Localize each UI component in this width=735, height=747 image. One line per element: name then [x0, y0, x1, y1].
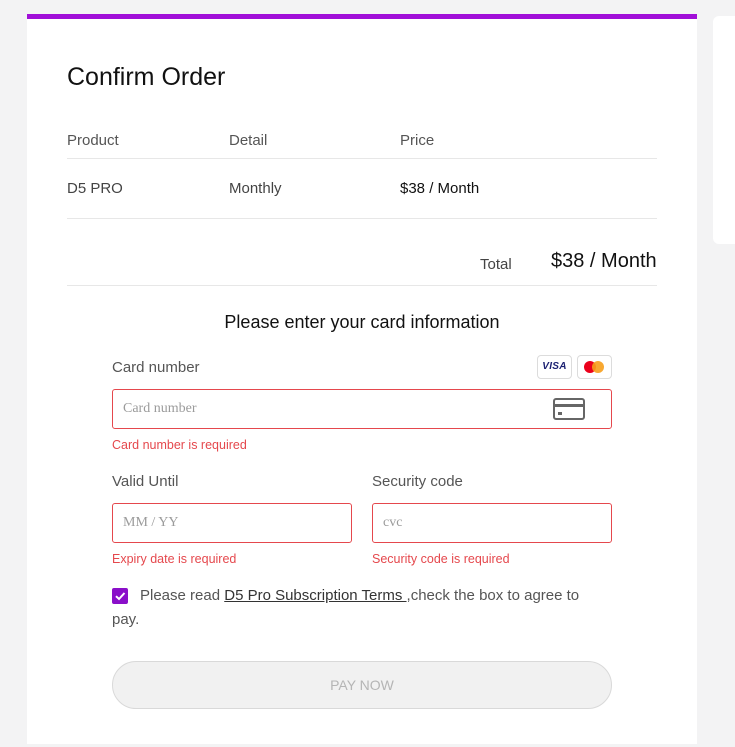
column-header-price: Price — [400, 132, 435, 149]
agree-terms-text: Please read D5 Pro Subscription Terms ,c… — [112, 587, 580, 628]
order-detail: Monthly — [229, 180, 282, 197]
security-code-input[interactable]: cvc — [372, 503, 612, 543]
card-info-heading: Please enter your card information — [224, 312, 500, 332]
security-code-error: Security code is required — [372, 552, 510, 566]
card-number-label: Card number — [112, 359, 200, 376]
subscription-terms-link[interactable]: D5 Pro Subscription Terms — [224, 587, 406, 604]
visa-icon: VISA — [537, 355, 572, 379]
valid-until-label: Valid Until — [112, 473, 179, 490]
total-label: Total — [480, 256, 512, 273]
expiry-error: Expiry date is required — [112, 552, 237, 566]
confirm-order-card: Confirm Order Product Detail Price D5 PR… — [27, 14, 697, 744]
side-summary-card — [713, 16, 735, 244]
column-header-detail: Detail — [229, 132, 268, 149]
order-price: $38 / Month — [400, 180, 480, 197]
card-number-input[interactable]: Card number — [112, 389, 612, 429]
column-header-product: Product — [67, 132, 119, 149]
security-code-label: Security code — [372, 473, 463, 490]
pay-now-button[interactable]: PAY NOW — [112, 661, 612, 709]
divider — [67, 158, 657, 159]
order-product: D5 PRO — [67, 180, 123, 197]
divider — [67, 218, 657, 219]
mastercard-icon — [577, 355, 612, 379]
page-title: Confirm Order — [67, 63, 226, 91]
card-number-error: Card number is required — [112, 438, 247, 452]
expiry-input[interactable]: MM / YY — [112, 503, 352, 543]
credit-card-icon — [553, 398, 585, 420]
total-value: $38 / Month — [551, 250, 657, 272]
divider — [67, 285, 657, 286]
